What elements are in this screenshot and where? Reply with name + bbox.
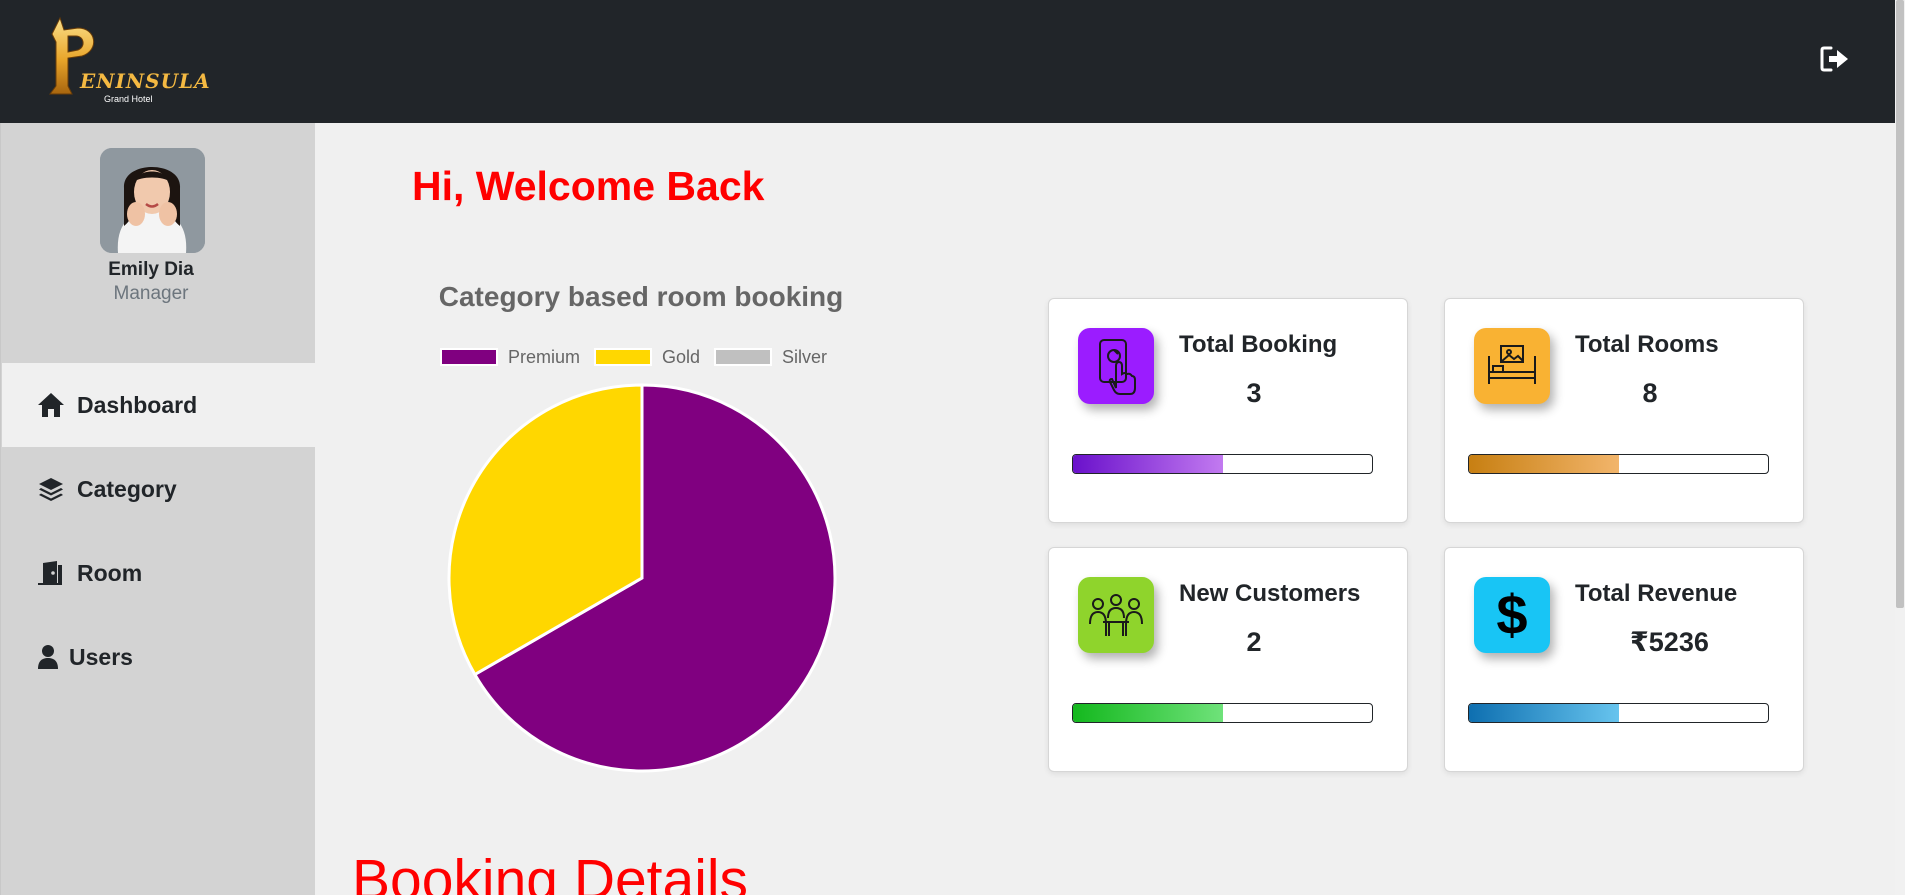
card-value: 8 <box>1642 378 1658 408</box>
legend-label: Silver <box>782 346 828 367</box>
card-value: 2 <box>1246 627 1262 657</box>
user-role: Manager <box>113 283 189 304</box>
sidebar-item-label: Dashboard <box>77 391 198 418</box>
user-name: Emily Dia <box>108 259 194 280</box>
legend-swatch <box>714 348 773 366</box>
logo-subtitle: Grand Hotel <box>104 94 153 104</box>
sidebar-item-users[interactable]: Users <box>2 615 315 699</box>
sidebar-item-label: Room <box>77 559 143 586</box>
card-title: Total Rooms <box>1575 331 1719 358</box>
legend-item-gold[interactable]: Gold <box>594 347 700 368</box>
new-customers-card: New Customers 2 <box>1048 547 1408 772</box>
progress-bar <box>1468 703 1769 723</box>
sidebar-item-label: Category <box>77 475 177 502</box>
card-value: 3 <box>1246 378 1262 408</box>
progress-fill <box>1073 455 1223 473</box>
top-navbar: ENINSULA Grand Hotel <box>0 0 1895 123</box>
card-title: Total Booking <box>1179 331 1338 358</box>
legend-item-premium[interactable]: Premium <box>440 347 580 368</box>
logo-text: ENINSULA <box>80 69 211 93</box>
progress-fill <box>1073 704 1223 722</box>
hotel-logo[interactable]: ENINSULA Grand Hotel <box>38 16 210 104</box>
progress-bar <box>1072 703 1373 723</box>
layers-icon <box>37 475 65 503</box>
scrollbar-thumb[interactable] <box>1896 0 1904 608</box>
dollar-icon: $ <box>1474 577 1550 653</box>
card-value: ₹5236 <box>1630 627 1709 657</box>
pie-chart <box>447 383 837 773</box>
sidebar-item-dashboard[interactable]: Dashboard <box>2 363 315 447</box>
legend-item-silver[interactable]: Silver <box>714 347 827 368</box>
bed-icon <box>1474 328 1550 404</box>
progress-bar <box>1468 454 1769 474</box>
customers-icon <box>1078 577 1154 653</box>
progress-fill <box>1469 704 1619 722</box>
legend-swatch <box>440 348 498 366</box>
phone-touch-icon <box>1078 328 1154 404</box>
legend-label: Gold <box>662 346 701 367</box>
booking-details-heading: Booking Details <box>352 848 749 895</box>
total-rooms-card: Total Rooms 8 <box>1444 298 1804 523</box>
sidebar-item-room[interactable]: Room <box>2 531 315 615</box>
card-title: New Customers <box>1179 580 1361 607</box>
home-icon <box>37 391 65 419</box>
logout-icon[interactable] <box>1820 46 1850 72</box>
chart-title: Category based room booking <box>438 281 844 312</box>
legend-swatch <box>594 348 653 366</box>
total-booking-card: Total Booking 3 <box>1048 298 1408 523</box>
sidebar: Emily Dia Manager Dashboard Category Roo… <box>0 123 315 895</box>
sidebar-item-label: Users <box>69 643 133 670</box>
avatar <box>100 148 205 253</box>
user-icon <box>37 643 59 671</box>
door-icon <box>37 559 65 587</box>
total-revenue-card: $ Total Revenue ₹5236 <box>1444 547 1804 772</box>
welcome-heading: Hi, Welcome Back <box>412 163 765 209</box>
legend-label: Premium <box>508 346 581 367</box>
svg-text:$: $ <box>1496 586 1527 644</box>
card-title: Total Revenue <box>1575 580 1738 607</box>
progress-bar <box>1072 454 1373 474</box>
chart-legend: Premium Gold Silver <box>440 346 841 368</box>
sidebar-item-category[interactable]: Category <box>2 447 315 531</box>
progress-fill <box>1469 455 1619 473</box>
